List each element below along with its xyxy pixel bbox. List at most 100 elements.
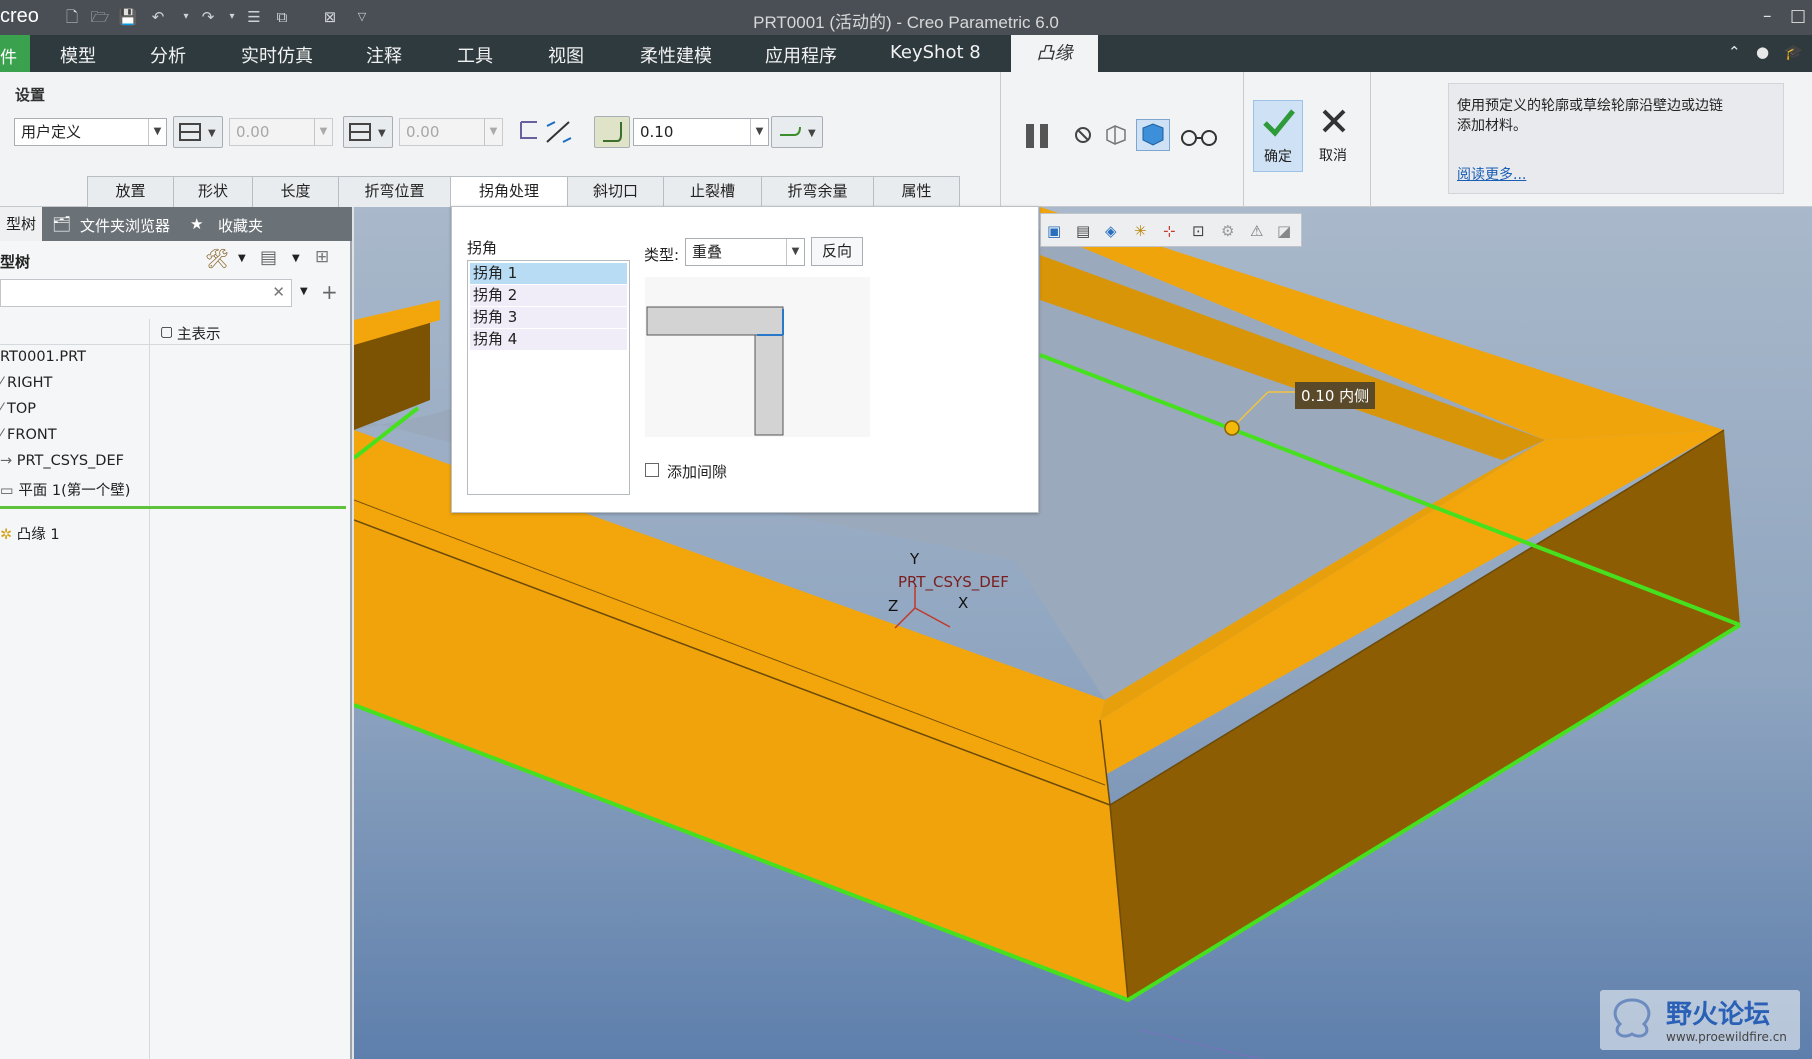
list-item-corner-2[interactable]: 拐角 2 [470,285,627,306]
chevron-down-icon[interactable]: ▼ [292,253,300,264]
spin-center-icon[interactable]: ⊹ [1163,222,1182,240]
menu-simulation[interactable]: 实时仿真 [241,42,313,68]
bend-radius-type-button[interactable] [594,116,630,148]
tab-favorites[interactable]: 收藏夹 [218,215,263,236]
drag-handle[interactable] [1224,420,1240,436]
list-item-corner-1[interactable]: 拐角 1 [470,263,627,284]
check-icon [1263,109,1295,137]
annotation-display-icon[interactable]: ⚠ [1250,222,1269,240]
radius-side-button[interactable]: ▼ [771,116,823,148]
datum-plane-icon: ⁄ [0,401,8,417]
clear-icon[interactable]: ✕ [272,283,285,301]
tree-item-planar-wall[interactable]: ▭ 平面 1(第一个壁) [0,479,130,500]
pause-icon[interactable] [1022,120,1054,152]
maximize-button[interactable]: □ [1790,6,1806,26]
flip-side-icon [520,121,572,143]
csys-icon: → [0,453,17,469]
separate-preview-icon[interactable] [1103,122,1129,148]
window-title: PRT0001 (活动的) - Creo Parametric 6.0 [753,13,1059,32]
file-menu[interactable]: 件 [0,35,30,72]
column-header-label: 主表示 [177,327,221,343]
chevron-down-icon[interactable]: ▼ [300,286,308,297]
menu-model[interactable]: 模型 [60,42,96,68]
flange-feature-icon: ✲ [0,527,17,543]
type-label: 类型: [644,246,680,264]
saved-orientations-icon[interactable]: ⊡ [1192,222,1211,240]
subtab-shape[interactable]: 形状 [173,176,253,207]
menu-analysis[interactable]: 分析 [150,42,186,68]
datum-display-icon[interactable]: ✳ [1134,222,1153,240]
show-icon[interactable]: ▤ [260,247,277,268]
corner-list: 拐角 1 拐角 2 拐角 3 拐角 4 [467,260,630,495]
list-item-corner-4[interactable]: 拐角 4 [470,329,627,350]
tree-item-flange[interactable]: ✲ 凸缘 1 [0,523,60,544]
tree-item-csys[interactable]: → PRT_CSYS_DEF [0,453,124,469]
minimize-button[interactable]: – [1763,6,1772,26]
help-icon[interactable]: 🎓 [1784,43,1803,61]
svg-text:▼: ▼ [808,128,816,139]
view-manager-icon[interactable]: ⚙ [1221,222,1240,240]
subtab-miter-cut[interactable]: 斜切口 [567,176,664,207]
length1-input[interactable]: 0.00 ▼ [229,118,333,146]
bend-radius-icon [603,122,622,142]
chevron-down-icon[interactable]: ▼ [238,253,246,264]
list-item-corner-3[interactable]: 拐角 3 [470,307,627,328]
menu-tools[interactable]: 工具 [457,42,493,68]
filter-icon[interactable]: ⊞ [315,247,329,267]
tab-folder-browser[interactable]: 文件夹浏览器 [80,215,170,236]
tree-item-top[interactable]: ⁄ TOP [0,401,36,417]
collapse-ribbon-icon[interactable]: ⌃ [1728,43,1741,61]
add-gap-checkbox[interactable] [645,463,659,477]
repaint-icon[interactable]: ▤ [1076,222,1095,240]
tree-item-right[interactable]: ⁄ RIGHT [0,375,52,391]
length2-input[interactable]: 0.00 ▼ [399,118,503,146]
cancel-button[interactable]: 取消 [1309,100,1357,172]
bend-radius-input[interactable]: 0.10 ▼ [633,118,769,146]
chevron-down-icon: ▼ [786,239,804,265]
subtab-relief[interactable]: 止裂槽 [663,176,762,207]
menu-annotate[interactable]: 注释 [366,42,402,68]
display-style-icon[interactable]: ◈ [1105,222,1124,240]
menu-view[interactable]: 视图 [548,42,584,68]
subtab-corner-treatment[interactable]: 拐角处理 [450,176,568,208]
subtab-bend-allowance[interactable]: 折弯余量 [761,176,874,207]
subtab-placement[interactable]: 放置 [87,176,174,207]
flip-button[interactable]: 反向 [811,237,863,266]
forum-logo-icon [1613,998,1651,1038]
tab-model-tree[interactable]: 型树 [0,207,43,241]
menu-flexible-modeling[interactable]: 柔性建模 [640,42,712,68]
length-type2-button[interactable]: ▼ [343,116,393,148]
tree-item-front[interactable]: ⁄ FRONT [0,427,57,443]
perspective-icon[interactable]: ◪ [1277,222,1296,240]
flip-side-button[interactable] [517,118,577,148]
model-tree-title: 型树 [0,253,31,271]
tree-item-part[interactable]: RT0001.PRT [0,349,86,365]
tree-search-input[interactable]: ✕ [0,279,292,307]
read-more-link[interactable]: 阅读更多... [1457,164,1526,184]
chevron-down-icon: ▼ [484,119,502,145]
subtab-properties[interactable]: 属性 [873,176,960,207]
verify-preview-button[interactable] [1136,119,1170,151]
corner-type-select[interactable]: 重叠 ▼ [685,238,805,266]
length-type1-button[interactable]: ▼ [173,116,223,148]
refit-icon[interactable]: ▣ [1047,222,1066,240]
no-preview-icon[interactable] [1072,124,1094,146]
tree-settings-icon[interactable]: 🛠 [205,247,229,270]
menu-keyshot[interactable]: KeyShot 8 [890,42,981,63]
tab-flange[interactable]: 凸缘 [1011,35,1098,72]
radius-side-icon: ▼ [780,126,816,139]
help-hint-box: 使用预定义的轮廓或草绘轮廓沿壁边或边链 添加材料。 阅读更多... [1448,83,1784,194]
add-icon[interactable]: + [321,280,338,304]
search-help-icon[interactable]: ● [1756,43,1769,61]
length-icon: ▼ [179,123,216,141]
chevron-down-icon: ▼ [314,119,332,145]
menu-applications[interactable]: 应用程序 [765,42,837,68]
csys-label: PRT_CSYS_DEF [898,573,1009,591]
shape-type-select[interactable]: 用户定义 ▼ [14,118,167,146]
subtab-length[interactable]: 长度 [252,176,339,207]
close-icon [1322,109,1346,133]
subtab-bend-position[interactable]: 折弯位置 [338,176,451,207]
glasses-icon[interactable] [1179,122,1219,148]
confirm-button[interactable]: 确定 [1253,100,1303,172]
dimension-label[interactable]: 0.10 内侧 [1295,382,1376,409]
